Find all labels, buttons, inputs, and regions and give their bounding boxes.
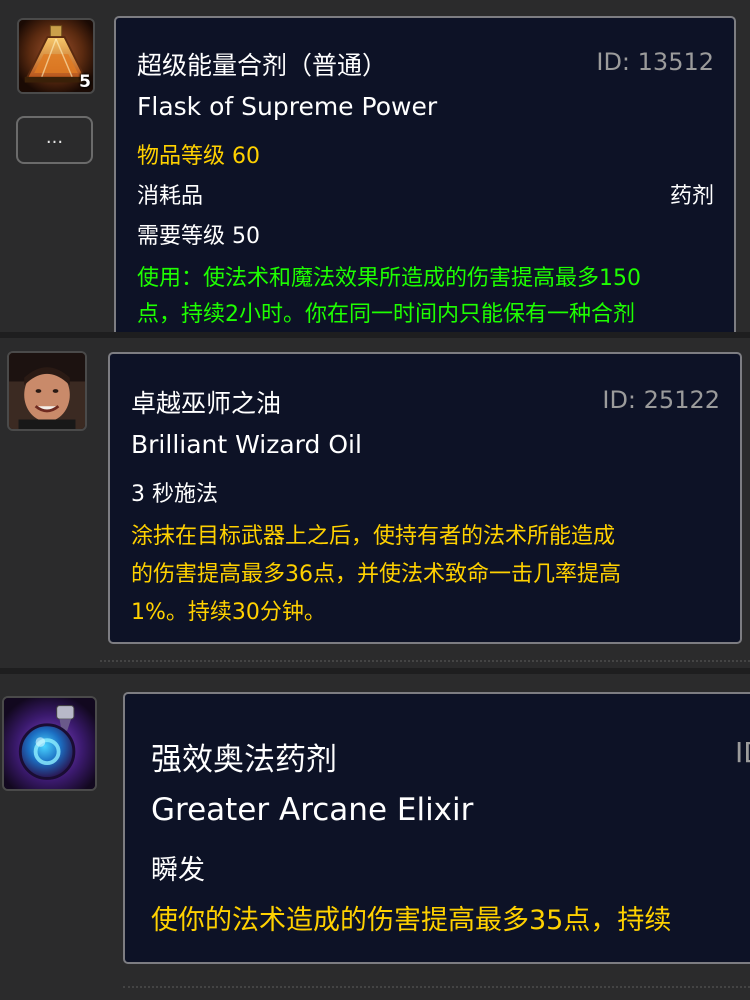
separator-line bbox=[123, 986, 750, 988]
separator-line bbox=[100, 660, 750, 662]
item-subtype: 药剂 bbox=[669, 184, 714, 209]
description-line-1: 使你的法术造成的伤害提高最多35点，持续 bbox=[151, 905, 672, 936]
item-id: ID bbox=[735, 736, 750, 769]
description-line-1: 涂抹在目标武器上之后，使持有者的法术所能造成 bbox=[131, 524, 616, 549]
item-id: ID: 25122 bbox=[602, 386, 720, 414]
screen: 5 ... 超级能量合剂（普通） ID: 13512 Flask of Supr… bbox=[0, 0, 750, 1000]
item-name-en: Greater Arcane Elixir bbox=[151, 792, 474, 828]
flask-icon[interactable]: 5 bbox=[17, 18, 95, 94]
item-row-wizard-oil: 卓越巫师之油 ID: 25122 Brilliant Wizard Oil 3 … bbox=[0, 338, 750, 668]
more-options-button[interactable]: ... bbox=[16, 116, 93, 164]
description-line-3: 1%。持续30分钟。 bbox=[131, 600, 326, 625]
tooltip-wizard-oil: 卓越巫师之油 ID: 25122 Brilliant Wizard Oil 3 … bbox=[108, 352, 742, 644]
use-effect-line-1: 使用：使法术和魔法效果所造成的伤害提高最多150 bbox=[137, 266, 641, 291]
item-level: 物品等级 60 bbox=[137, 144, 260, 169]
required-level: 需要等级 50 bbox=[137, 224, 260, 249]
cast-time: 瞬发 bbox=[151, 855, 205, 886]
use-effect-line-2: 点，持续2小时。你在同一时间内只能保有一种合剂 bbox=[137, 302, 635, 327]
tooltip-flask: 超级能量合剂（普通） ID: 13512 Flask of Supreme Po… bbox=[114, 16, 736, 332]
item-row-flask: 5 ... 超级能量合剂（普通） ID: 13512 Flask of Supr… bbox=[0, 0, 750, 332]
arcane-elixir-icon[interactable] bbox=[2, 696, 97, 791]
avatar-portrait-icon[interactable] bbox=[7, 351, 87, 431]
stack-count-badge: 5 bbox=[79, 72, 91, 92]
item-type: 消耗品 bbox=[137, 184, 204, 209]
cast-time: 3 秒施法 bbox=[131, 482, 218, 507]
item-row-arcane-elixir: 强效奥法药剂 ID Greater Arcane Elixir 瞬发 使你的法术… bbox=[0, 674, 750, 1000]
item-name-en: Brilliant Wizard Oil bbox=[131, 430, 362, 459]
item-name-cn: 强效奥法药剂 bbox=[151, 742, 337, 778]
description-line-2: 的伤害提高最多36点，并使法术致命一击几率提高 bbox=[131, 562, 621, 587]
item-name-cn: 卓越巫师之油 bbox=[131, 389, 282, 418]
item-id: ID: 13512 bbox=[596, 48, 714, 76]
item-name-cn: 超级能量合剂（普通） bbox=[137, 51, 388, 80]
tooltip-arcane-elixir: 强效奥法药剂 ID Greater Arcane Elixir 瞬发 使你的法术… bbox=[123, 692, 750, 964]
item-name-en: Flask of Supreme Power bbox=[137, 92, 438, 121]
more-options-label: ... bbox=[45, 127, 64, 148]
